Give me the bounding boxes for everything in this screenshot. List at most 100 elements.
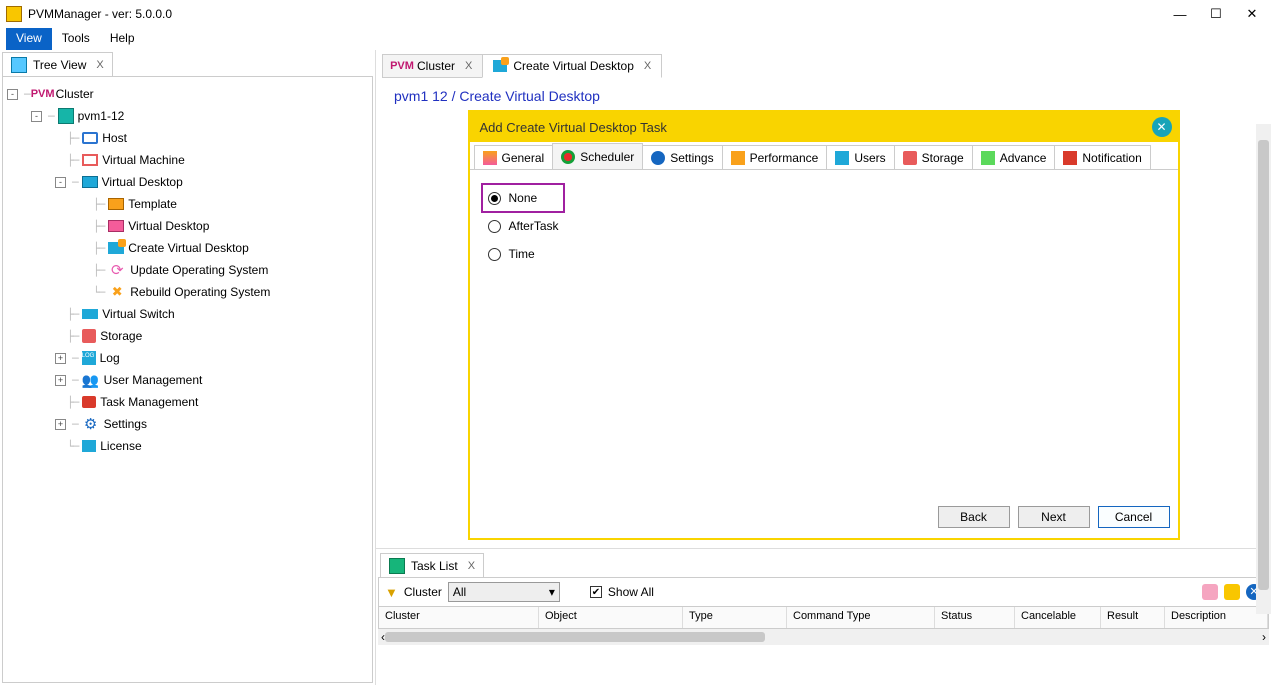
tree-node[interactable]: - ─ pvm1-12 [7,105,368,127]
col-description[interactable]: Description [1165,607,1268,628]
radio-icon [488,220,501,233]
dtab-notification[interactable]: Notification [1054,145,1150,169]
expand-icon[interactable]: + [55,353,66,364]
next-button[interactable]: Next [1018,506,1090,528]
radio-time[interactable]: Time [482,240,1166,268]
tree-view-label: Tree View [33,58,86,72]
col-result[interactable]: Result [1101,607,1165,628]
close-tab-icon[interactable]: X [465,60,472,72]
tree-vd-sub[interactable]: ├─ Virtual Desktop [7,215,368,237]
col-cmd[interactable]: Command Type [787,607,935,628]
col-object[interactable]: Object [539,607,683,628]
expand-icon[interactable]: + [55,419,66,430]
tree-settings[interactable]: +─ ⚙ Settings [7,413,368,435]
show-all-label: Show All [608,585,654,599]
tree-create-vd[interactable]: ├─ Create Virtual Desktop [7,237,368,259]
node-icon [58,108,74,124]
back-button[interactable]: Back [938,506,1010,528]
col-status[interactable]: Status [935,607,1015,628]
menu-tools[interactable]: Tools [52,28,100,50]
close-task-list-icon[interactable]: X [468,560,475,572]
collapse-icon[interactable]: - [7,89,18,100]
dtab-performance[interactable]: Performance [722,145,828,169]
storage-tab-icon [903,151,917,165]
chevron-down-icon: ▾ [549,585,555,599]
update-icon: ⟳ [108,262,126,278]
show-all-checkbox[interactable]: ✔ [590,586,602,598]
close-button[interactable]: ✕ [1245,7,1259,21]
maximize-button[interactable]: ☐ [1209,7,1223,21]
task-list-icon [389,558,405,574]
dtab-general[interactable]: General [474,145,554,169]
content-tabs: PVM Cluster X Create Virtual Desktop X [376,50,1271,78]
user-mgmt-icon: 👥 [82,372,100,388]
log-icon [82,351,96,365]
virtual-desktop-icon [82,176,98,188]
dtab-scheduler[interactable]: Scheduler [552,143,643,169]
erase-icon[interactable] [1202,584,1218,600]
window-title: PVMManager - ver: 5.0.0.0 [28,7,1173,21]
task-list-panel: Task List X ▼ Cluster All ▾ ✔ Show All ✕… [376,548,1271,645]
left-panel: Tree View X - ─ PVM Cluster - ─ pvm1-12 … [0,50,376,685]
menu-help[interactable]: Help [100,28,145,50]
col-cancelable[interactable]: Cancelable [1015,607,1101,628]
tree-host[interactable]: ├─ Host [7,127,368,149]
tab-tree-view[interactable]: Tree View X [2,52,113,76]
radio-none[interactable]: None [482,184,564,212]
radio-icon [488,192,501,205]
dialog-close-button[interactable]: ✕ [1152,117,1172,137]
tab-cluster[interactable]: PVM Cluster X [382,54,483,78]
scroll-right-icon[interactable]: › [1262,630,1266,644]
radio-aftertask[interactable]: AfterTask [482,212,1166,240]
collapse-icon[interactable]: - [31,111,42,122]
dtab-advance[interactable]: Advance [972,145,1056,169]
license-icon [82,440,96,452]
col-cluster[interactable]: Cluster [379,607,539,628]
cancel-button[interactable]: Cancel [1098,506,1170,528]
tree-user-mgmt[interactable]: +─ 👥 User Management [7,369,368,391]
pvm-icon: PVM [393,58,411,74]
filter-label: Cluster [404,585,442,599]
tree-update-os[interactable]: ├─⟳ Update Operating System [7,259,368,281]
rebuild-icon: ✖ [108,284,126,300]
cluster-filter-combo[interactable]: All ▾ [448,582,560,602]
tree-virtual-desktop[interactable]: -─ Virtual Desktop [7,171,368,193]
users-icon [835,151,849,165]
task-mgmt-icon [82,396,96,408]
dtab-storage[interactable]: Storage [894,145,973,169]
tab-task-list[interactable]: Task List X [380,553,484,577]
dtab-settings[interactable]: Settings [642,145,722,169]
vertical-scrollbar[interactable] [1256,124,1271,614]
tree-vswitch[interactable]: ├─ Virtual Switch [7,303,368,325]
tree-license[interactable]: └─ License [7,435,368,457]
close-tab-icon[interactable]: X [644,60,651,72]
settings-icon: ⚙ [82,416,100,432]
dialog-body: None AfterTask Time [470,170,1178,500]
general-icon [483,151,497,165]
scheduler-icon [561,150,575,164]
advance-icon [981,151,995,165]
menu-view[interactable]: View [6,28,52,50]
tree-rebuild-os[interactable]: └─✖ Rebuild Operating System [7,281,368,303]
horizontal-scrollbar[interactable]: ‹ › [378,629,1269,645]
tab-create-vd[interactable]: Create Virtual Desktop X [482,54,662,78]
close-tree-view-icon[interactable]: X [96,59,103,71]
app-icon [6,6,22,22]
minimize-button[interactable]: — [1173,7,1187,21]
tree-log[interactable]: +─ Log [7,347,368,369]
dtab-users[interactable]: Users [826,145,894,169]
tree-storage[interactable]: ├─ Storage [7,325,368,347]
tree-cluster[interactable]: - ─ PVM Cluster [7,83,368,105]
col-type[interactable]: Type [683,607,787,628]
collapse-icon[interactable]: - [55,177,66,188]
tree-view-icon [11,57,27,73]
expand-icon[interactable]: + [55,375,66,386]
tree-task-mgmt[interactable]: ├─ Task Management [7,391,368,413]
dialog-title: Add Create Virtual Desktop Task [470,112,1178,142]
tree: - ─ PVM Cluster - ─ pvm1-12 ├─ Host ├─ V… [2,76,373,683]
tree-vm[interactable]: ├─ Virtual Machine [7,149,368,171]
tree-template[interactable]: ├─ Template [7,193,368,215]
filter-icon: ▼ [385,585,398,600]
save-icon[interactable] [1224,584,1240,600]
vm-icon [82,154,98,166]
